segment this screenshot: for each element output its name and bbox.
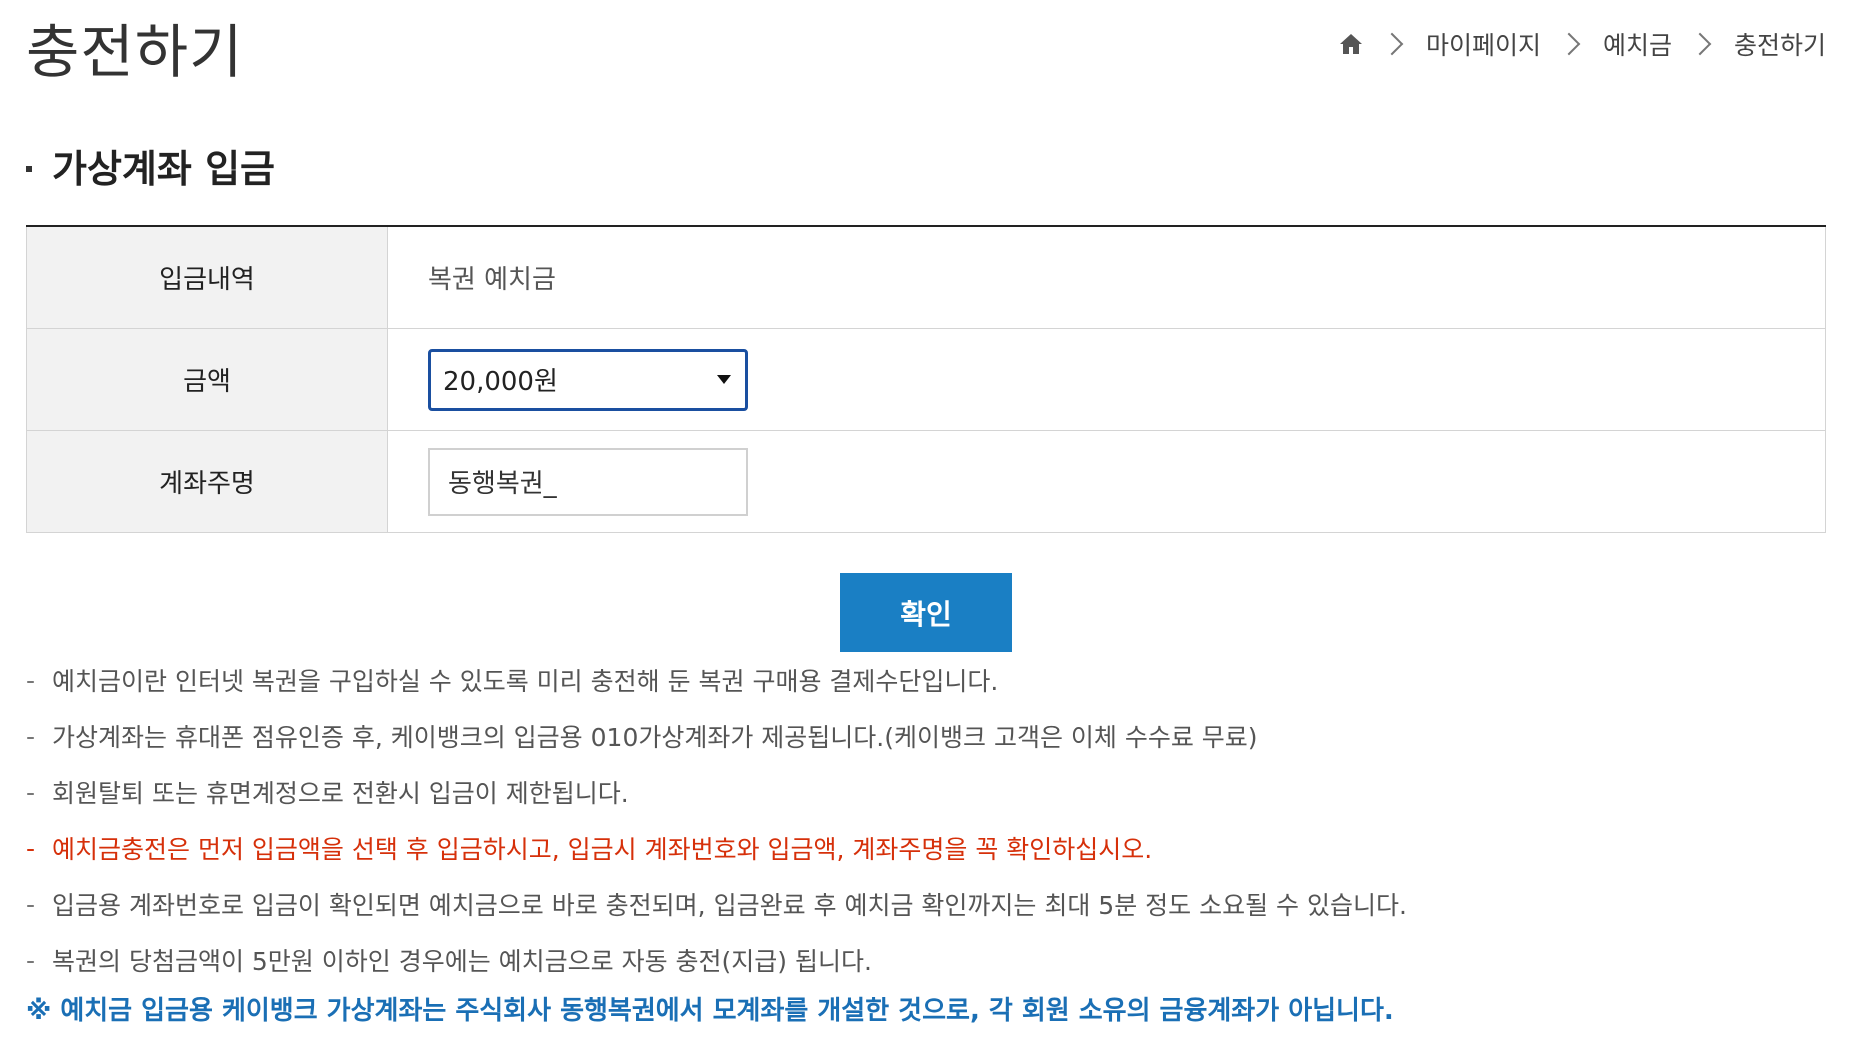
- note-text: 회원탈퇴 또는 휴면계정으로 전환시 입금이 제한됩니다.: [52, 779, 629, 808]
- list-item: - 가상계좌는 휴대폰 점유인증 후, 케이뱅크의 입금용 010가상계좌가 제공…: [26, 708, 1407, 764]
- form-row-amount: 금액 20,000원: [26, 329, 1826, 431]
- chevron-right-icon: [1688, 32, 1712, 56]
- chevron-right-icon: [1557, 32, 1581, 56]
- notes-list: - 예치금이란 인터넷 복권을 구입하실 수 있도록 미리 충전해 둔 복권 구매…: [26, 652, 1407, 988]
- account-holder-label: 계좌주명: [27, 431, 388, 532]
- footer-notice: ※ 예치금 입금용 케이뱅크 가상계좌는 주식회사 동행복권에서 모계좌를 개설…: [26, 996, 1394, 1026]
- dash-icon: -: [26, 721, 36, 751]
- dash-icon: -: [26, 777, 36, 807]
- list-item: - 회원탈퇴 또는 휴면계정으로 전환시 입금이 제한됩니다.: [26, 764, 1407, 820]
- list-item: - 예치금이란 인터넷 복권을 구입하실 수 있도록 미리 충전해 둔 복권 구매…: [26, 652, 1407, 708]
- amount-select-value: 20,000원: [443, 367, 558, 397]
- dropdown-arrow-icon: [717, 375, 731, 384]
- amount-label: 금액: [27, 329, 388, 430]
- amount-select[interactable]: 20,000원: [428, 348, 748, 411]
- breadcrumb-item-charge[interactable]: 충전하기: [1734, 26, 1826, 62]
- amount-cell: 20,000원: [388, 329, 1825, 430]
- deposit-type-value: 복권 예치금: [428, 265, 556, 295]
- breadcrumb-item-mypage[interactable]: 마이페이지: [1426, 26, 1541, 62]
- note-text: 예치금이란 인터넷 복권을 구입하실 수 있도록 미리 충전해 둔 복권 구매용…: [52, 667, 999, 696]
- dash-icon: -: [26, 665, 36, 695]
- section-heading-text: 가상계좌 입금: [52, 147, 275, 191]
- list-item: - 입금용 계좌번호로 입금이 확인되면 예치금으로 바로 충전되며, 입금완료 …: [26, 876, 1407, 932]
- section-heading: 가상계좌 입금: [26, 138, 275, 193]
- account-holder-input[interactable]: [428, 447, 748, 516]
- note-text: 예치금충전은 먼저 입금액을 선택 후 입금하시고, 입금시 계좌번호와 입금액…: [52, 835, 1153, 864]
- note-text: 복권의 당첨금액이 5만원 이하인 경우에는 예치금으로 자동 충전(지급) 됩…: [52, 947, 872, 976]
- list-item: - 복권의 당첨금액이 5만원 이하인 경우에는 예치금으로 자동 충전(지급) …: [26, 932, 1407, 988]
- form-row-account-holder: 계좌주명: [26, 431, 1826, 533]
- bullet-icon: [26, 165, 32, 172]
- home-icon[interactable]: [1338, 31, 1364, 57]
- note-text: 입금용 계좌번호로 입금이 확인되면 예치금으로 바로 충전되며, 입금완료 후…: [52, 891, 1407, 920]
- page-title: 충전하기: [26, 18, 244, 86]
- confirm-button[interactable]: 확인: [840, 573, 1012, 652]
- chevron-right-icon: [1380, 32, 1404, 56]
- dash-icon: -: [26, 945, 36, 975]
- dash-icon: -: [26, 833, 36, 863]
- note-text: 가상계좌는 휴대폰 점유인증 후, 케이뱅크의 입금용 010가상계좌가 제공됩…: [52, 723, 1258, 752]
- list-item-warning: - 예치금충전은 먼저 입금액을 선택 후 입금하시고, 입금시 계좌번호와 입금…: [26, 820, 1407, 876]
- account-holder-cell: [388, 431, 1825, 532]
- breadcrumb: 마이페이지 예치금 충전하기: [1338, 26, 1826, 62]
- deposit-type-label: 입금내역: [27, 227, 388, 328]
- dash-icon: -: [26, 889, 36, 919]
- deposit-form-table: 입금내역 복권 예치금 금액 20,000원 계좌주명: [26, 225, 1826, 533]
- breadcrumb-item-deposit[interactable]: 예치금: [1603, 26, 1672, 62]
- form-row-deposit-type: 입금내역 복권 예치금: [26, 227, 1826, 329]
